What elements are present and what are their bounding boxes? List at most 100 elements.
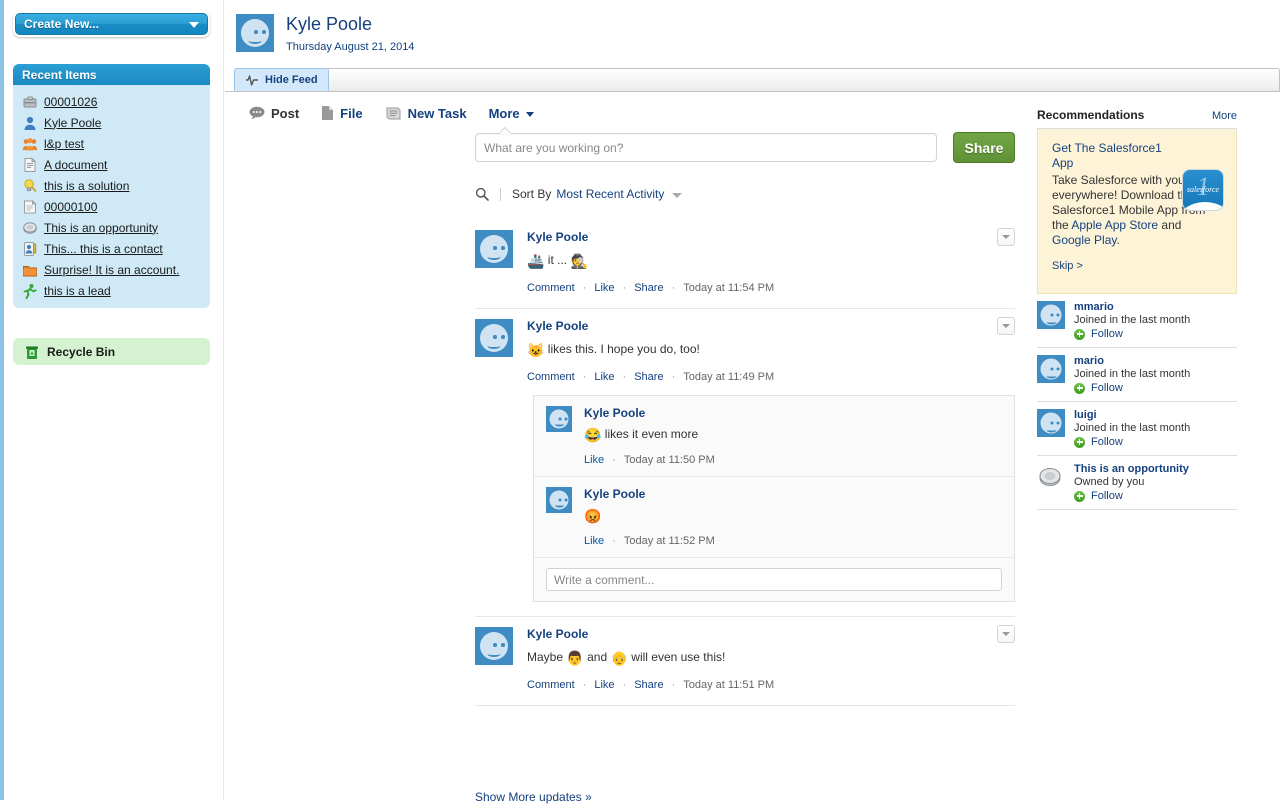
post-comment-link[interactable]: Comment	[527, 679, 575, 691]
recommendation-name[interactable]: mario	[1074, 355, 1237, 367]
follow-label: Follow	[1091, 382, 1123, 394]
publisher-action-more[interactable]: More	[489, 106, 534, 121]
file-icon	[322, 106, 334, 120]
publisher-action-new-task[interactable]: New Task	[385, 106, 467, 121]
chevron-down-icon	[189, 22, 199, 28]
feed-post: Kyle Poole Maybe 👨 and 👴 will even use t…	[475, 619, 1015, 691]
separator-dot: ·	[612, 535, 616, 547]
pulse-icon	[246, 74, 258, 86]
recommendation-name[interactable]: mmario	[1074, 301, 1237, 313]
post-actions-menu-button[interactable]	[997, 317, 1015, 335]
recommendations-more-link[interactable]: More	[1212, 110, 1237, 122]
user-icon	[24, 116, 36, 130]
profile-text: Kyle Poole Thursday August 21, 2014	[286, 14, 414, 53]
comment-input[interactable]	[546, 568, 1002, 591]
publisher-action-file[interactable]: File	[321, 105, 363, 121]
skip-link[interactable]: Skip >	[1052, 260, 1083, 272]
publisher-action-more-label: More	[488, 105, 520, 121]
feed-item: Kyle Poole Maybe 👨 and 👴 will even use t…	[475, 619, 1015, 708]
avatar	[546, 487, 572, 513]
post-text: 😺 likes this. I hope you do, too!	[527, 340, 1015, 359]
recent-item[interactable]: Surprise! It is an account.	[13, 259, 210, 280]
post-author[interactable]: Kyle Poole	[527, 627, 588, 641]
post-text-post: will even use this!	[627, 650, 726, 664]
post-author[interactable]: Kyle Poole	[527, 230, 588, 244]
follow-button[interactable]: Follow	[1074, 328, 1237, 340]
tab-hide-feed[interactable]: Hide Feed	[234, 68, 329, 91]
post-actions-menu-button[interactable]	[997, 228, 1015, 246]
post-share-link[interactable]: Share	[634, 371, 663, 383]
create-new-wrapper: Create New...	[13, 11, 210, 37]
recent-item[interactable]: Kyle Poole	[13, 112, 210, 133]
post-like-link[interactable]: Like	[594, 371, 614, 383]
campaign-icon	[22, 137, 38, 150]
page-title[interactable]: Kyle Poole	[286, 14, 414, 34]
salesforce1-promo-card: 1 salesforce Get The Salesforce1 App Tak…	[1037, 129, 1237, 294]
post-meta: Comment · Like · Share · Today at 11:51 …	[527, 679, 1015, 691]
task-list-icon	[386, 107, 401, 119]
post-like-link[interactable]: Like	[594, 679, 614, 691]
share-button[interactable]: Share	[953, 132, 1015, 163]
follow-button[interactable]: Follow	[1074, 490, 1237, 502]
chevron-down-icon[interactable]	[672, 192, 683, 198]
publisher-input[interactable]	[475, 133, 937, 162]
follow-button[interactable]: Follow	[1074, 382, 1237, 394]
account-icon	[23, 265, 37, 276]
recent-item[interactable]: This is an opportunity	[13, 217, 210, 238]
feed-item: Kyle Poole 😺 likes this. I hope you do, …	[475, 311, 1015, 619]
recent-item[interactable]: 00000100	[13, 196, 210, 217]
post-comment-link[interactable]: Comment	[527, 371, 575, 383]
create-new-label: Create New...	[24, 17, 99, 31]
avatar[interactable]	[236, 14, 274, 52]
recommendation-item: luigi Joined in the last month Follow	[1037, 402, 1237, 456]
post-author[interactable]: Kyle Poole	[527, 319, 588, 333]
search-icon[interactable]	[475, 187, 489, 201]
recommendation-info: mmario Joined in the last month Follow	[1074, 301, 1237, 340]
smiley-face-icon	[549, 490, 569, 510]
post-comment-link[interactable]: Comment	[527, 282, 575, 294]
separator-dot: ·	[622, 679, 627, 691]
post-text-mid: it ...	[544, 253, 571, 267]
recent-item-label: This is an opportunity	[44, 220, 159, 235]
comment-author[interactable]: Kyle Poole	[584, 406, 645, 420]
sort-by-value[interactable]: Most Recent Activity	[556, 187, 664, 201]
recent-item[interactable]: This... this is a contact	[13, 238, 210, 259]
recommendation-name[interactable]: luigi	[1074, 409, 1237, 421]
promo-desc-end: .	[1116, 233, 1120, 247]
recent-item-label: Kyle Poole	[44, 115, 102, 130]
feed-item: Kyle Poole 🚢 it ... 🕵️ Comment · Like · …	[475, 222, 1015, 311]
recent-item[interactable]: this is a lead	[13, 280, 210, 301]
recommendation-subtitle: Joined in the last month	[1074, 368, 1191, 380]
smiley-face-icon	[1040, 304, 1062, 326]
recent-item[interactable]: A document	[13, 154, 210, 175]
post-actions-menu-button[interactable]	[997, 625, 1015, 643]
recommendation-info: This is an opportunity Owned by you Foll…	[1074, 463, 1237, 502]
recent-item-label: 00000100	[44, 199, 98, 214]
post-share-link[interactable]: Share	[634, 679, 663, 691]
post-share-link[interactable]: Share	[634, 282, 663, 294]
trash-icon	[26, 346, 38, 359]
recommendations-header: Recommendations More	[1037, 108, 1237, 129]
comment-author[interactable]: Kyle Poole	[584, 487, 645, 501]
avatar	[546, 406, 572, 432]
comment-like-link[interactable]: Like	[584, 454, 604, 466]
recommendation-info: mario Joined in the last month Follow	[1074, 355, 1237, 394]
follow-button[interactable]: Follow	[1074, 436, 1237, 448]
recycle-bin-link[interactable]: Recycle Bin	[13, 338, 210, 365]
separator-dot: ·	[582, 679, 587, 691]
google-play-link[interactable]: Google Play	[1052, 233, 1116, 247]
chat-bubble-icon	[249, 106, 265, 120]
create-new-button[interactable]: Create New...	[15, 13, 208, 35]
recent-item[interactable]: this is a solution	[13, 175, 210, 196]
comment-meta: Like · Today at 11:50 PM	[584, 454, 1002, 466]
recent-item[interactable]: 00001026	[13, 91, 210, 112]
publisher-action-post[interactable]: Post	[249, 106, 299, 121]
show-more-updates-link[interactable]: Show More updates »	[475, 790, 592, 804]
recent-item[interactable]: l&p test	[13, 133, 210, 154]
apple-app-store-link[interactable]: Apple App Store	[1071, 218, 1158, 232]
comment-like-link[interactable]: Like	[584, 535, 604, 547]
salesforce1-app-link[interactable]: Get The Salesforce1 App	[1052, 141, 1167, 171]
post-like-link[interactable]: Like	[594, 282, 614, 294]
note-icon	[24, 199, 37, 213]
recommendation-name[interactable]: This is an opportunity	[1074, 463, 1237, 475]
